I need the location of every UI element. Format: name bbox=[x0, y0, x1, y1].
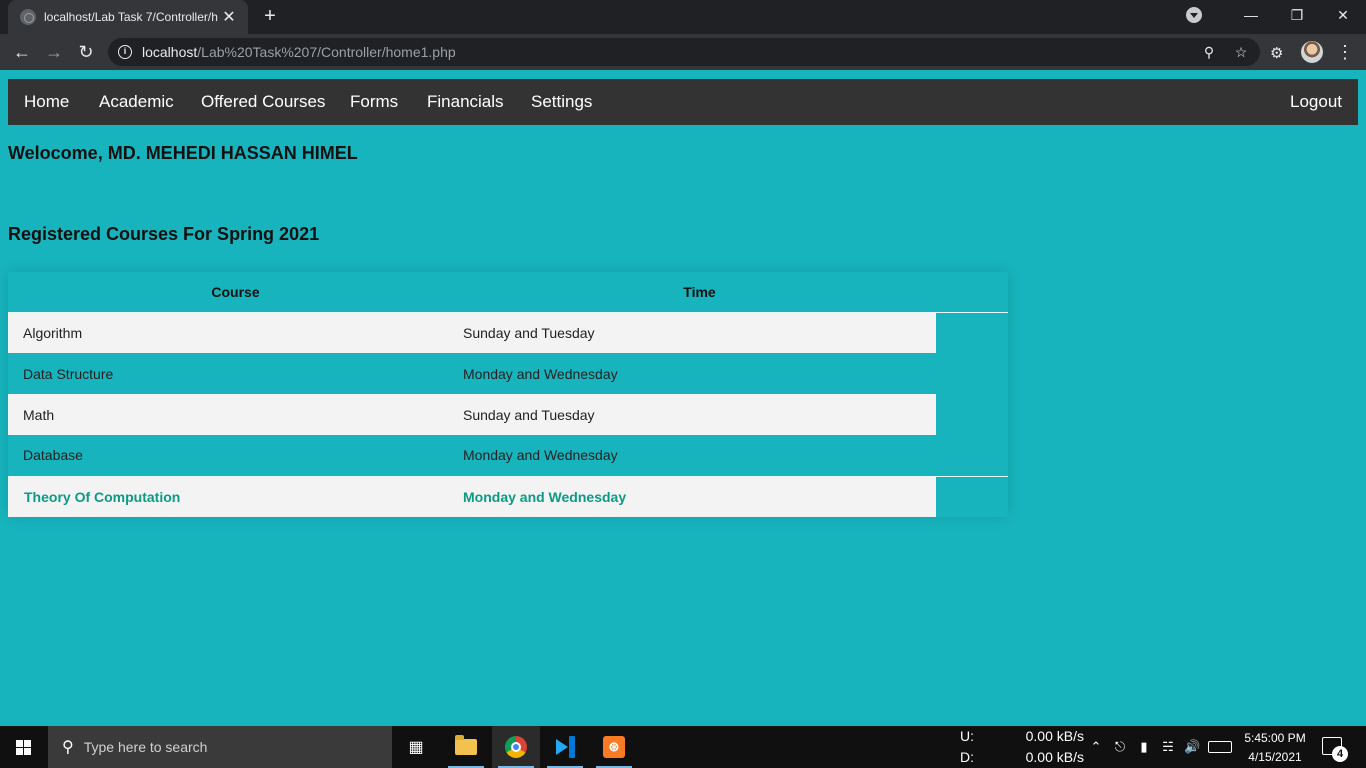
keyboard-icon[interactable] bbox=[1208, 741, 1232, 753]
nav-logout[interactable]: Logout bbox=[1290, 79, 1342, 125]
search-icon: ⚲ bbox=[62, 739, 74, 756]
file-explorer-icon[interactable] bbox=[442, 726, 490, 768]
section-title: Registered Courses For Spring 2021 bbox=[8, 224, 320, 244]
empty-cell bbox=[936, 475, 1008, 517]
table-row: Algorithm Sunday and Tuesday bbox=[8, 312, 1008, 353]
restore-button[interactable]: ❐ bbox=[1274, 0, 1320, 30]
browser-tab[interactable]: localhost/Lab Task 7/Controller/h ✕ bbox=[8, 0, 248, 34]
puzzle-icon[interactable]: ⚙ bbox=[1270, 44, 1283, 62]
table-row: Database Monday and Wednesday bbox=[8, 435, 1008, 476]
tab-close-icon[interactable]: ✕ bbox=[220, 7, 238, 27]
window-controls: — ❐ ✕ bbox=[1186, 0, 1366, 30]
column-header-time: Time bbox=[463, 272, 936, 313]
net-down-value: 0.00 kB/s bbox=[1025, 749, 1084, 765]
table-row: Data Structure Monday and Wednesday bbox=[8, 353, 1008, 394]
table-row-active: Theory Of Computation Monday and Wednesd… bbox=[8, 475, 1008, 517]
globe-icon bbox=[20, 9, 36, 25]
empty-cell bbox=[936, 435, 1008, 476]
time-cell: Monday and Wednesday bbox=[463, 447, 618, 464]
nav-forms[interactable]: Forms bbox=[350, 79, 398, 125]
clock-date: 4/15/2021 bbox=[1248, 750, 1302, 764]
nav-academic[interactable]: Academic bbox=[99, 79, 174, 125]
wifi-icon[interactable]: ☵ bbox=[1160, 739, 1176, 755]
xampp-icon[interactable]: ⊛ bbox=[590, 726, 638, 768]
system-clock[interactable]: 5:45:00 PM 4/15/2021 bbox=[1238, 726, 1312, 768]
clock-time: 5:45:00 PM bbox=[1244, 731, 1306, 745]
task-view-icon[interactable]: ▦ bbox=[392, 726, 440, 768]
reload-icon[interactable]: ↻ bbox=[74, 40, 98, 64]
empty-cell bbox=[936, 353, 1008, 394]
tab-search-icon[interactable] bbox=[1186, 7, 1202, 23]
table-header-row: Course Time bbox=[8, 272, 1008, 313]
net-up-label: U: bbox=[960, 728, 974, 744]
time-cell: Sunday and Tuesday bbox=[463, 394, 936, 435]
site-navbar: Home Academic Offered Courses Forms Fina… bbox=[8, 79, 1358, 125]
tab-title: localhost/Lab Task 7/Controller/h bbox=[44, 10, 218, 24]
course-cell: Math bbox=[8, 394, 463, 435]
minimize-button[interactable]: — bbox=[1228, 0, 1274, 30]
nav-offered-courses[interactable]: Offered Courses bbox=[201, 79, 325, 125]
info-icon[interactable]: i bbox=[118, 45, 132, 59]
course-cell: Algorithm bbox=[8, 312, 463, 353]
time-cell: Monday and Wednesday bbox=[463, 475, 936, 517]
course-cell: Theory Of Computation bbox=[8, 475, 463, 517]
address-bar[interactable]: i localhost/Lab%20Task%207/Controller/ho… bbox=[108, 38, 1260, 66]
welcome-heading: Welocome, MD. MEHEDI HASSAN HIMEL bbox=[8, 143, 358, 163]
taskbar: ⚲ Type here to search ▦ ⊛ U: 0.00 kB/s D… bbox=[0, 726, 1366, 768]
course-cell: Data Structure bbox=[23, 365, 114, 382]
chevron-up-icon[interactable]: ⌃ bbox=[1088, 739, 1104, 755]
column-header-empty bbox=[936, 272, 1008, 313]
new-tab-button[interactable]: + bbox=[258, 5, 282, 29]
url-path: /Lab%20Task%207/Controller/home1.php bbox=[197, 44, 456, 60]
forward-arrow-icon[interactable]: → bbox=[42, 40, 66, 64]
volume-icon[interactable]: 🔊 bbox=[1184, 739, 1200, 755]
taskbar-search[interactable]: ⚲ Type here to search bbox=[48, 726, 392, 768]
back-arrow-icon[interactable]: ← bbox=[10, 40, 34, 64]
vscode-icon[interactable] bbox=[541, 726, 589, 768]
registered-courses-table: Course Time Algorithm Sunday and Tuesday… bbox=[8, 272, 1008, 517]
close-window-button[interactable]: ✕ bbox=[1320, 0, 1366, 30]
windows-start-icon[interactable] bbox=[0, 726, 48, 768]
taskbar-search-placeholder: Type here to search bbox=[83, 739, 208, 755]
net-up-value: 0.00 kB/s bbox=[1025, 728, 1084, 744]
net-down-label: D: bbox=[960, 749, 974, 765]
system-tray: ⌃ ⎋ ▮ ☵ 🔊 bbox=[1088, 726, 1232, 768]
avatar[interactable] bbox=[1301, 41, 1323, 63]
time-cell: Monday and Wednesday bbox=[463, 365, 618, 382]
time-cell: Sunday and Tuesday bbox=[463, 312, 936, 353]
nav-financials[interactable]: Financials bbox=[427, 79, 504, 125]
notification-badge: 4 bbox=[1332, 746, 1348, 762]
chrome-icon[interactable] bbox=[492, 726, 540, 768]
url-host: localhost bbox=[142, 44, 198, 60]
browser-tabstrip: localhost/Lab Task 7/Controller/h ✕ + — … bbox=[0, 0, 1366, 34]
nav-settings[interactable]: Settings bbox=[531, 79, 592, 125]
nav-home[interactable]: Home bbox=[24, 79, 69, 125]
column-header-course: Course bbox=[8, 272, 463, 313]
table-row: Math Sunday and Tuesday bbox=[8, 394, 1008, 435]
star-icon[interactable]: ☆ bbox=[1232, 43, 1250, 61]
meet-now-icon[interactable]: ⎋ bbox=[1112, 739, 1128, 755]
empty-cell bbox=[936, 312, 1008, 353]
key-icon[interactable]: ⚲ bbox=[1200, 43, 1218, 61]
network-speed-widget: U: 0.00 kB/s D: 0.00 kB/s bbox=[960, 726, 1084, 768]
empty-cell bbox=[936, 394, 1008, 435]
course-cell: Database bbox=[23, 447, 83, 464]
battery-icon[interactable]: ▮ bbox=[1136, 739, 1152, 755]
more-vert-icon[interactable]: ⋮ bbox=[1336, 41, 1354, 63]
